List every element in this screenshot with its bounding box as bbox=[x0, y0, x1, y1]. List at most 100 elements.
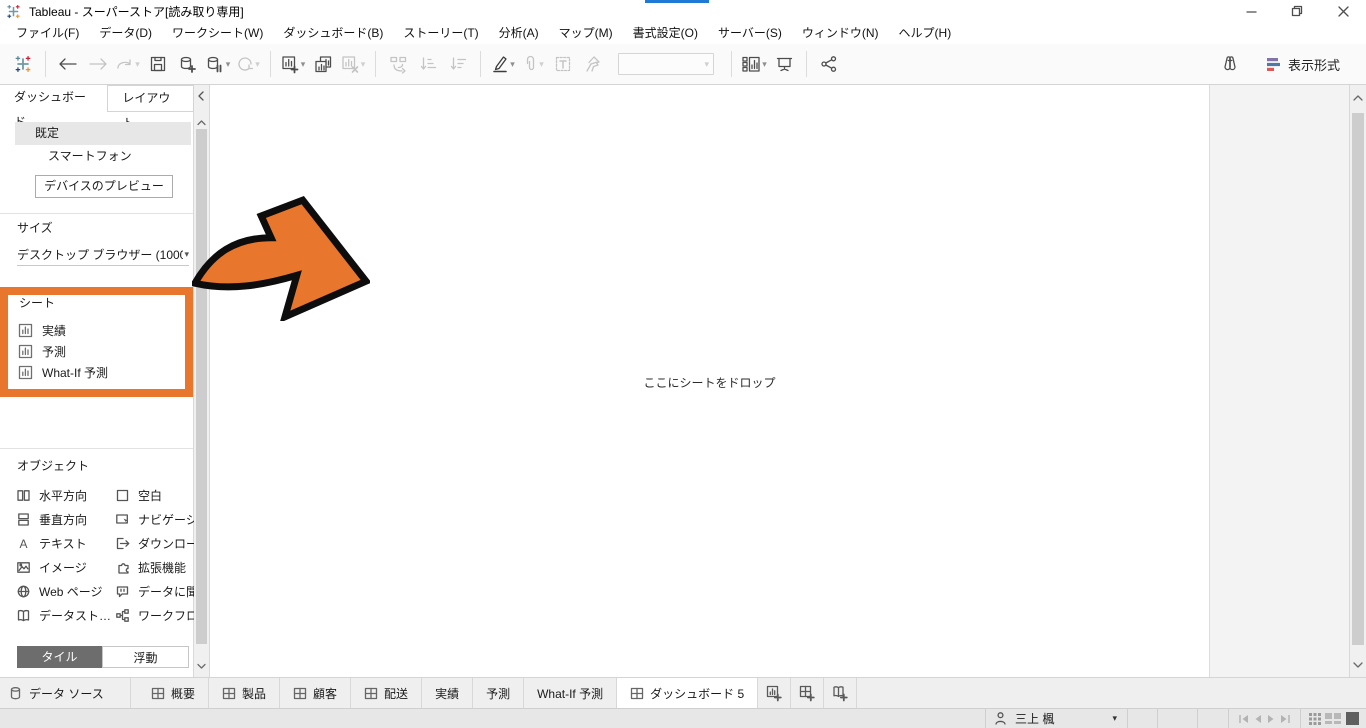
object-data-story[interactable]: データスト… bbox=[16, 603, 115, 627]
download-icon bbox=[115, 536, 130, 551]
tab-layout[interactable]: レイアウト bbox=[107, 85, 194, 112]
last-icon[interactable] bbox=[1280, 714, 1291, 724]
dropdown-caret-icon[interactable]: ▾ bbox=[135, 59, 140, 70]
menu-server[interactable]: サーバー(S) bbox=[708, 22, 792, 44]
menu-map[interactable]: マップ(M) bbox=[549, 22, 623, 44]
tab-haisou[interactable]: 配送 bbox=[351, 678, 422, 708]
object-text[interactable]: Aテキスト bbox=[16, 531, 115, 555]
new-dashboard-tab-button[interactable] bbox=[791, 678, 824, 708]
menu-dashboard[interactable]: ダッシュボード(B) bbox=[273, 22, 393, 44]
grid-view-icon[interactable] bbox=[1308, 712, 1322, 726]
dropdown-caret-icon[interactable]: ▾ bbox=[301, 59, 306, 70]
menu-format[interactable]: 書式設定(O) bbox=[623, 22, 708, 44]
sort-ascending-button[interactable] bbox=[415, 50, 441, 78]
scroll-down-arrow[interactable] bbox=[197, 659, 206, 673]
scroll-down-arrow[interactable] bbox=[1353, 658, 1363, 672]
device-preview-button[interactable]: デバイスのプレビュー bbox=[35, 175, 173, 198]
data-source-tab[interactable]: データ ソース bbox=[0, 678, 131, 708]
object-web-page[interactable]: Web ページ bbox=[16, 579, 115, 603]
status-cell-empty bbox=[1157, 709, 1197, 728]
share-button[interactable] bbox=[816, 50, 842, 78]
tab-whatif-yosoku[interactable]: What-If 予測 bbox=[524, 678, 617, 708]
dropdown-caret-icon[interactable]: ▾ bbox=[510, 59, 515, 70]
new-story-tab-button[interactable] bbox=[824, 678, 857, 708]
slides-view-icon[interactable] bbox=[1325, 712, 1342, 725]
presentation-view-icon[interactable] bbox=[1346, 712, 1359, 725]
navigation-icon bbox=[115, 512, 130, 527]
tab-dashboard[interactable]: ダッシュボード bbox=[0, 85, 107, 112]
size-dropdown[interactable]: デスクトップ ブラウザー (1000 … ▾ bbox=[17, 243, 189, 266]
tab-jisseki[interactable]: 実績 bbox=[422, 678, 473, 708]
menu-data[interactable]: データ(D) bbox=[89, 22, 162, 44]
save-button[interactable] bbox=[145, 50, 171, 78]
collapse-pane-icon[interactable] bbox=[196, 89, 206, 106]
first-icon[interactable] bbox=[1238, 714, 1249, 724]
new-data-source-button[interactable] bbox=[175, 50, 201, 78]
highlight-button[interactable]: ▾ bbox=[490, 50, 516, 78]
canvas-scrollbar bbox=[1349, 85, 1366, 677]
minimize-button[interactable] bbox=[1228, 0, 1274, 22]
device-item-default[interactable]: 既定 bbox=[15, 122, 191, 145]
sheet-tab-bar: データ ソース 概要 製品 顧客 配送 実績 予測 What-If 予測 ダッシ… bbox=[0, 677, 1366, 708]
scroll-up-arrow[interactable] bbox=[1353, 91, 1363, 105]
dropdown-caret-icon[interactable]: ▾ bbox=[704, 59, 709, 70]
scroll-up-arrow[interactable] bbox=[197, 115, 206, 129]
new-worksheet-tab-button[interactable] bbox=[758, 678, 791, 708]
show-me-button[interactable]: 表示形式 bbox=[1265, 55, 1340, 74]
scrollbar-thumb[interactable] bbox=[1352, 113, 1364, 645]
duplicate-sheet-button[interactable] bbox=[310, 50, 336, 78]
back-button[interactable] bbox=[55, 50, 81, 78]
show-hide-cards-button[interactable]: ▾ bbox=[741, 50, 767, 78]
tab-yosoku[interactable]: 予測 bbox=[473, 678, 524, 708]
scrollbar-thumb[interactable] bbox=[196, 129, 207, 644]
tab-seihin[interactable]: 製品 bbox=[209, 678, 280, 708]
sheet-item-whatif[interactable]: What-If 予測 bbox=[0, 362, 193, 383]
menu-help[interactable]: ヘルプ(H) bbox=[889, 22, 962, 44]
dropdown-caret-icon[interactable]: ▾ bbox=[361, 59, 366, 70]
clear-sheet-button[interactable]: ▾ bbox=[340, 50, 366, 78]
redo-button[interactable]: ▾ bbox=[115, 50, 141, 78]
device-item-phone[interactable]: スマートフォン bbox=[15, 145, 191, 168]
tiled-button[interactable]: タイル bbox=[17, 646, 102, 668]
group-members-button[interactable]: ▾ bbox=[520, 50, 546, 78]
tableau-logo-button[interactable] bbox=[10, 50, 36, 78]
menu-worksheet[interactable]: ワークシート(W) bbox=[162, 22, 273, 44]
dropdown-caret-icon[interactable]: ▾ bbox=[762, 59, 767, 70]
fix-axes-button[interactable] bbox=[580, 50, 606, 78]
swap-rows-columns-button[interactable] bbox=[385, 50, 411, 78]
vertical-container-icon bbox=[16, 512, 31, 527]
dropdown-caret-icon[interactable]: ▾ bbox=[226, 59, 231, 70]
presentation-mode-button[interactable] bbox=[771, 50, 797, 78]
forward-button[interactable] bbox=[85, 50, 111, 78]
menu-window[interactable]: ウィンドウ(N) bbox=[792, 22, 889, 44]
menu-story[interactable]: ストーリー(T) bbox=[393, 22, 488, 44]
menu-file[interactable]: ファイル(F) bbox=[6, 22, 89, 44]
dropdown-caret-icon[interactable]: ▾ bbox=[255, 59, 260, 70]
sheet-item-yosoku[interactable]: 予測 bbox=[0, 341, 193, 362]
close-button[interactable] bbox=[1320, 0, 1366, 22]
restore-button[interactable] bbox=[1274, 0, 1320, 22]
refresh-data-source-button[interactable]: ▾ bbox=[235, 50, 261, 78]
menu-analysis[interactable]: 分析(A) bbox=[489, 22, 549, 44]
next-icon[interactable] bbox=[1267, 714, 1275, 724]
toolbar-separator bbox=[375, 51, 376, 77]
floating-button[interactable]: 浮動 bbox=[102, 646, 189, 668]
pause-auto-updates-button[interactable]: ▾ bbox=[205, 50, 231, 78]
toolbar-separator bbox=[806, 51, 807, 77]
tab-kokyaku[interactable]: 顧客 bbox=[280, 678, 351, 708]
dropdown-caret-icon[interactable]: ▾ bbox=[539, 59, 544, 70]
tab-gaiyou[interactable]: 概要 bbox=[138, 678, 209, 708]
object-vertical[interactable]: 垂直方向 bbox=[16, 507, 115, 531]
object-image[interactable]: イメージ bbox=[16, 555, 115, 579]
sheet-item-jisseki[interactable]: 実績 bbox=[0, 320, 193, 341]
new-worksheet-button[interactable]: ▾ bbox=[280, 50, 306, 78]
show-mark-labels-button[interactable] bbox=[550, 50, 576, 78]
user-filter-dropdown[interactable]: 三上 楓 ▾ bbox=[985, 709, 1127, 728]
tab-dashboard-5[interactable]: ダッシュボード 5 bbox=[617, 678, 758, 708]
dashboard-canvas[interactable]: ここにシートをドロップ bbox=[210, 85, 1209, 677]
sort-descending-button[interactable] bbox=[445, 50, 471, 78]
fit-selector-dropdown[interactable]: ▾ bbox=[618, 53, 714, 75]
previous-icon[interactable] bbox=[1254, 714, 1262, 724]
object-horizontal[interactable]: 水平方向 bbox=[16, 483, 115, 507]
find-button[interactable] bbox=[1217, 50, 1243, 78]
